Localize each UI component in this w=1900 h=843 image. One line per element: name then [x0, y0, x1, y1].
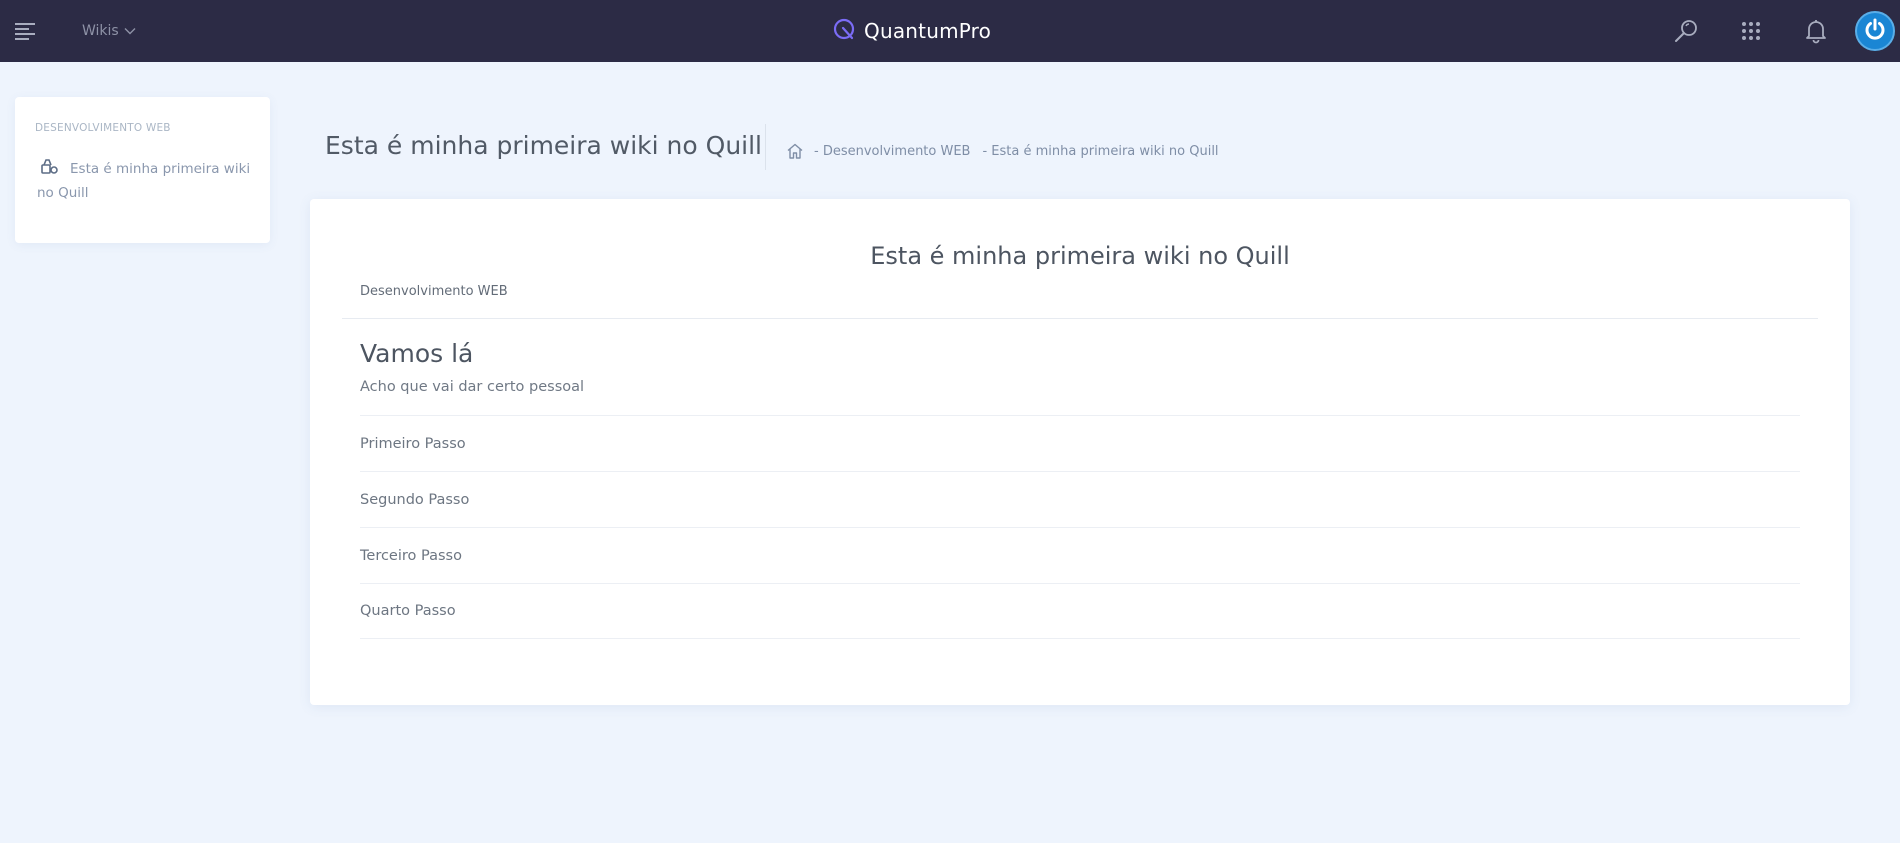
top-navbar: Wikis QuantumPro: [0, 0, 1900, 62]
steps-list: Primeiro Passo Segundo Passo Terceiro Pa…: [360, 415, 1800, 639]
breadcrumb: - Desenvolvimento WEB - Esta é minha pri…: [786, 141, 1219, 161]
sidebar-item-label: Esta é minha primeira wiki no Quill: [37, 161, 251, 201]
power-icon: [1863, 17, 1887, 45]
bell-icon[interactable]: [1803, 18, 1829, 44]
list-item: Terceiro Passo: [360, 527, 1800, 583]
wiki-icon: [40, 159, 64, 175]
sidebar-heading: DESENVOLVIMENTO WEB: [35, 122, 171, 134]
wikis-label: Wikis: [82, 23, 119, 39]
document-category: Desenvolvimento WEB: [360, 284, 508, 299]
home-icon[interactable]: [786, 142, 804, 160]
user-avatar[interactable]: [1855, 11, 1895, 51]
wiki-content-card: Esta é minha primeira wiki no Quill Dese…: [310, 199, 1850, 705]
breadcrumb-category[interactable]: - Desenvolvimento WEB: [814, 144, 970, 159]
menu-icon[interactable]: [14, 20, 38, 42]
chevron-down-icon: [124, 23, 136, 39]
section-text: Acho que vai dar certo pessoal: [360, 379, 585, 395]
list-item: Primeiro Passo: [360, 415, 1800, 471]
brand-logo[interactable]: QuantumPro: [832, 16, 991, 46]
brand-name: QuantumPro: [864, 19, 992, 43]
document-title: Esta é minha primeira wiki no Quill: [870, 242, 1290, 270]
section-heading: Vamos lá: [360, 339, 474, 368]
wikis-dropdown[interactable]: Wikis: [82, 20, 136, 42]
title-divider: [765, 124, 766, 170]
breadcrumb-current: - Esta é minha primeira wiki no Quill: [982, 143, 1219, 159]
list-item: Segundo Passo: [360, 471, 1800, 527]
apps-grid-icon[interactable]: [1738, 18, 1764, 44]
brand-icon: [832, 17, 856, 45]
sidebar-item-wiki[interactable]: Esta é minha primeira wiki no Quill: [37, 157, 267, 205]
page-title: Esta é minha primeira wiki no Quill: [325, 131, 762, 160]
search-icon[interactable]: [1673, 18, 1699, 44]
list-item: Quarto Passo: [360, 583, 1800, 639]
wiki-sidebar: DESENVOLVIMENTO WEB Esta é minha primeir…: [15, 97, 270, 243]
divider: [342, 318, 1818, 319]
